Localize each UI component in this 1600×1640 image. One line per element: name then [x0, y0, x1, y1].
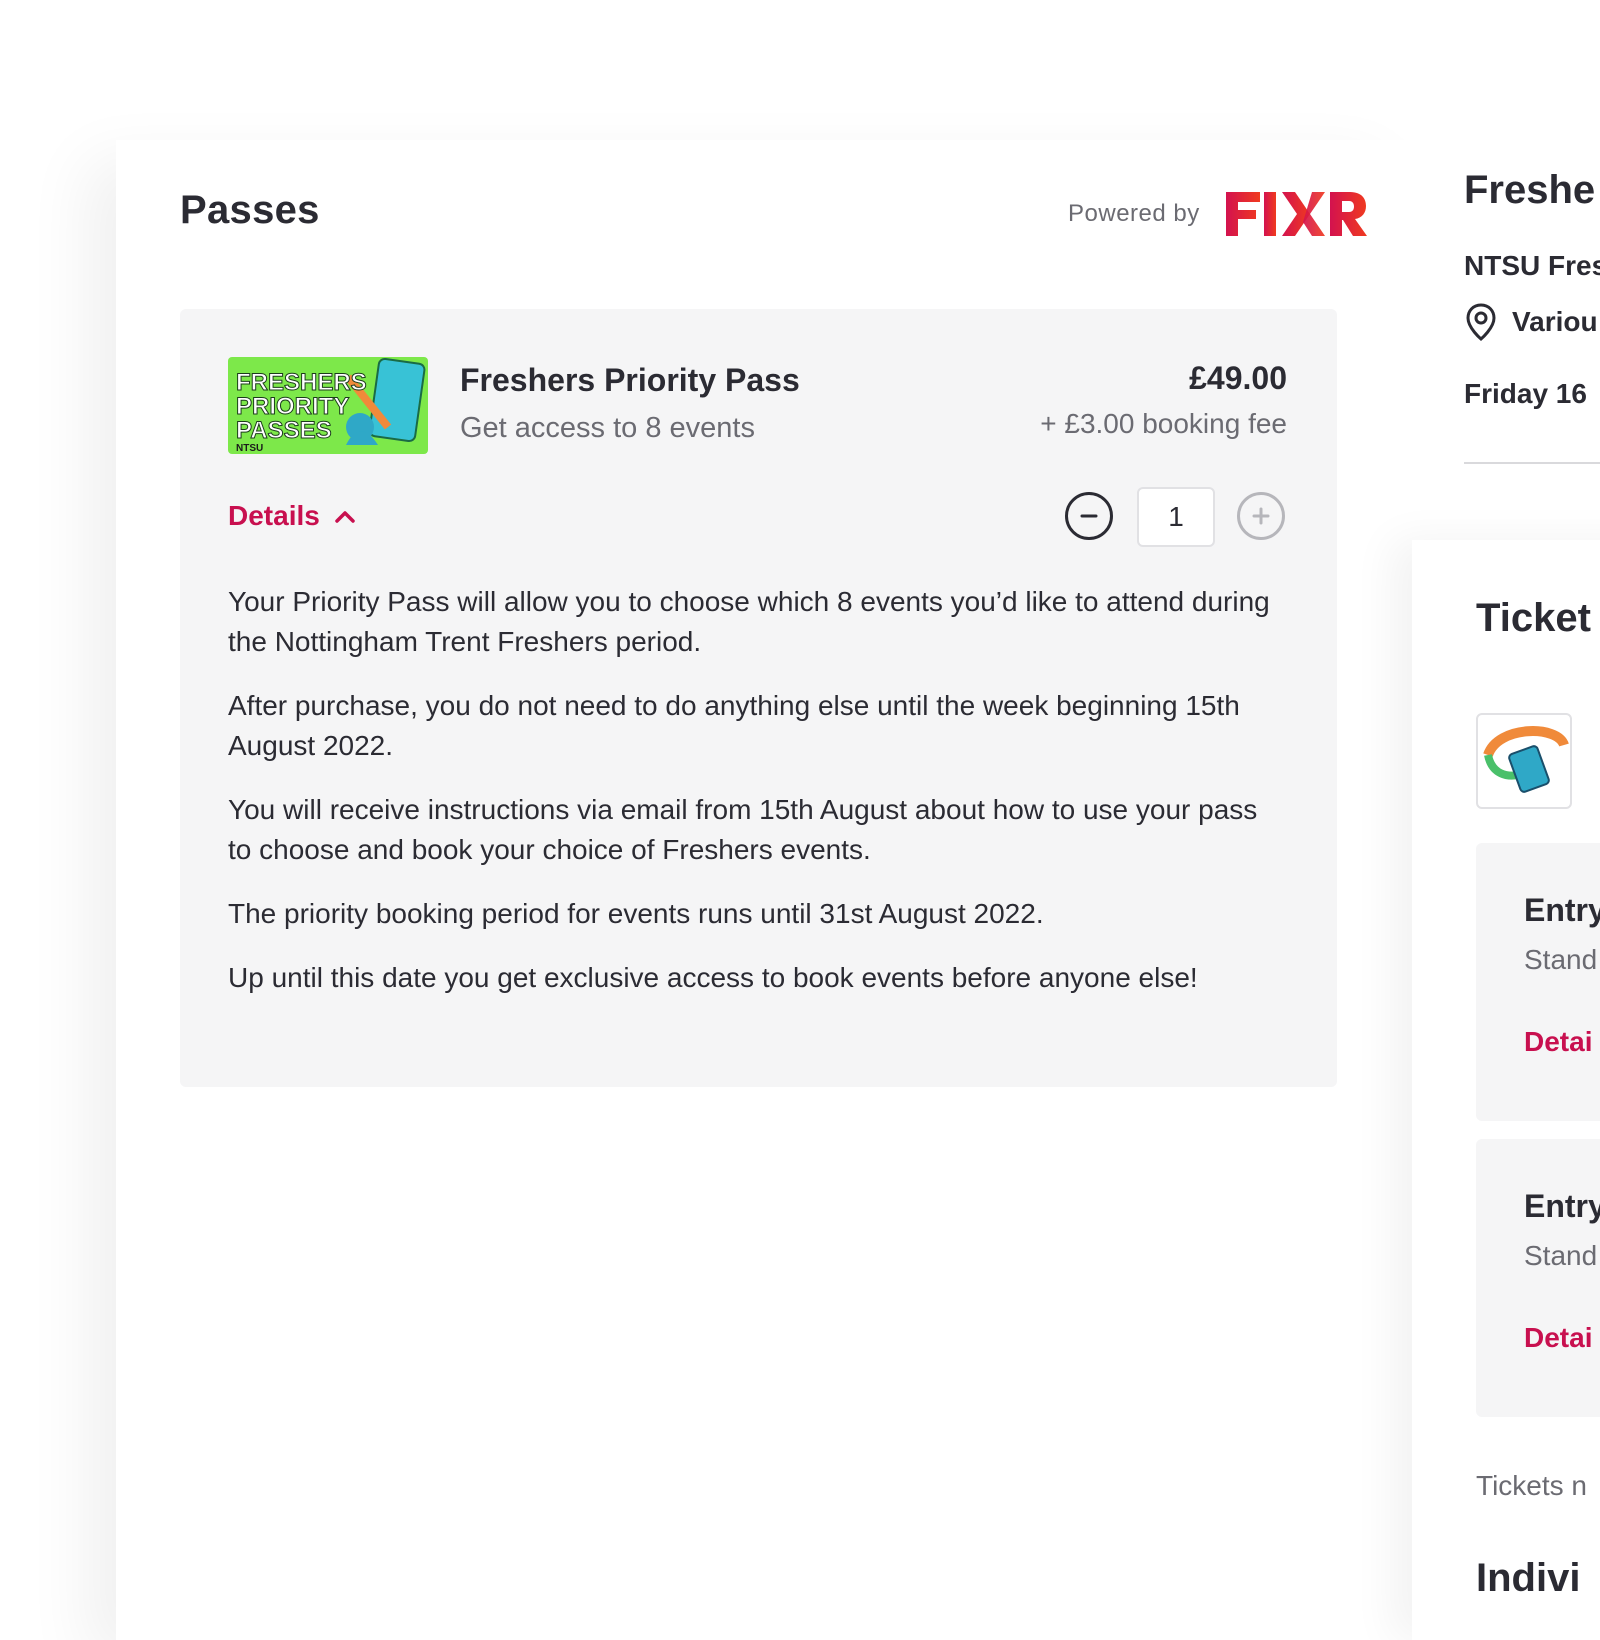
ticket-name: Entry: [1524, 892, 1600, 928]
ticket-thumbnail: [1476, 713, 1572, 809]
svg-text:NTSU: NTSU: [236, 443, 263, 454]
pass-subtitle: Get access to 8 events: [460, 412, 755, 444]
ticket-type: Stand: [1524, 944, 1598, 975]
details-toggle[interactable]: Details: [228, 500, 356, 532]
individual-heading: Indivi: [1476, 1556, 1581, 1600]
ticket-name: Entry: [1524, 1188, 1600, 1224]
pass-description-paragraph: After purchase, you do not need to do an…: [228, 690, 1240, 761]
svg-text:PASSES: PASSES: [236, 417, 332, 444]
event-date: Friday 16: [1464, 378, 1587, 409]
ticket-type: Stand: [1524, 1240, 1598, 1271]
ticket-card: [1476, 1139, 1600, 1417]
pass-description-paragraph: The priority booking period for events r…: [228, 898, 1044, 929]
quantity-input[interactable]: 1: [1137, 487, 1215, 547]
details-label: Details: [228, 500, 320, 531]
location-pin-icon: [1466, 303, 1496, 341]
svg-text:FRESHERS: FRESHERS: [236, 369, 367, 396]
plus-circle-icon: [1252, 507, 1270, 525]
tickets-note: Tickets n: [1476, 1470, 1587, 1501]
pass-thumbnail: FRESHERS PRIORITY PASSES NTSU: [228, 357, 428, 454]
fixr-logo[interactable]: [1226, 190, 1368, 238]
event-organiser[interactable]: NTSU Fres: [1464, 250, 1600, 282]
pass-description-paragraph: Up until this date you get exclusive acc…: [228, 962, 1198, 993]
decrease-quantity-button[interactable]: [1065, 492, 1113, 540]
ticket-details-link[interactable]: Detai: [1524, 1322, 1592, 1354]
ticket-card: [1476, 843, 1600, 1121]
minus-circle-icon: [1080, 514, 1098, 518]
event-title: Freshe: [1464, 168, 1596, 212]
powered-by-label: Powered by: [1068, 200, 1200, 227]
ticket-details-link[interactable]: Detai: [1524, 1026, 1592, 1058]
pass-price: £49.00: [1189, 360, 1287, 396]
pass-description-paragraph: You will receive instructions via email …: [228, 794, 1258, 865]
increase-quantity-button[interactable]: [1237, 492, 1285, 540]
svg-text:PRIORITY: PRIORITY: [236, 393, 349, 420]
passes-heading: Passes: [180, 188, 320, 232]
tickets-heading: Ticket: [1476, 596, 1591, 640]
event-location[interactable]: Variou: [1512, 306, 1598, 338]
pass-name: Freshers Priority Pass: [460, 362, 800, 398]
pass-description-paragraph: Your Priority Pass will allow you to cho…: [228, 586, 1270, 657]
divider: [1464, 462, 1600, 464]
booking-fee: + £3.00 booking fee: [1040, 408, 1287, 439]
chevron-up-icon: [335, 511, 355, 523]
